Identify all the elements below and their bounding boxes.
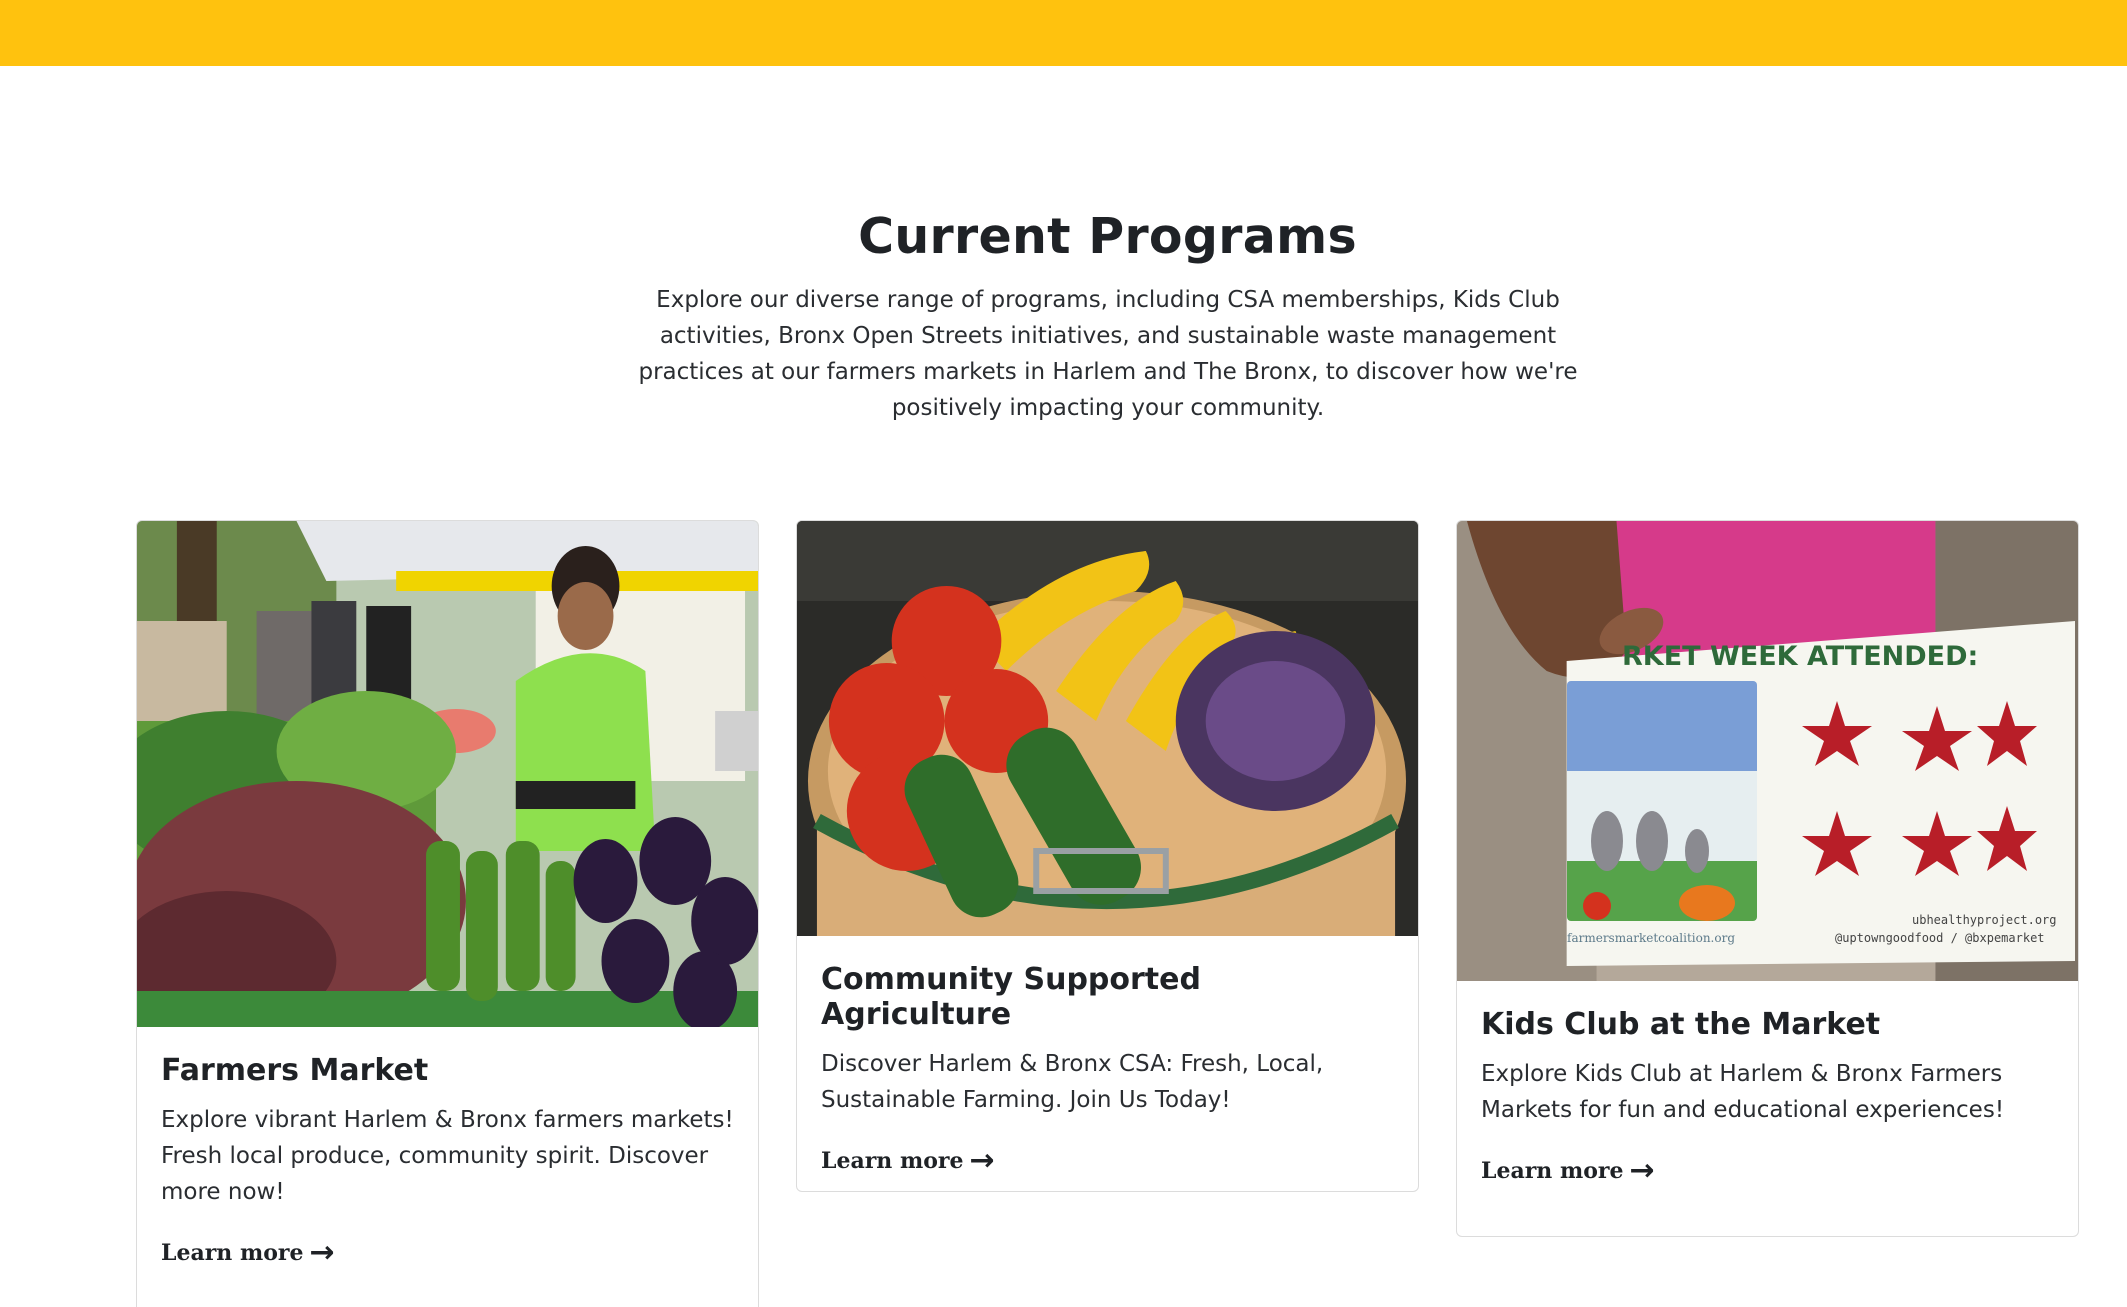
learn-more-link[interactable]: Learn more → (1481, 1156, 1655, 1186)
section-description: Explore our diverse range of programs, i… (638, 287, 1578, 421)
arrow-right-icon: → (309, 1235, 335, 1270)
kids-club-drawing (1567, 681, 1757, 921)
learn-more-label: Learn more (821, 1148, 964, 1174)
card-description: Discover Harlem & Bronx CSA: Fresh, Loca… (821, 1051, 1324, 1113)
learn-more-link[interactable]: Learn more → (821, 1146, 995, 1176)
program-card-farmers-market: Farmers Market Explore vibrant Harlem & … (136, 520, 759, 1307)
learn-more-link[interactable]: Learn more → (161, 1238, 335, 1268)
kids-club-card-photo: RKET WEEK ATTENDED: farmersmarketcoaliti… (1457, 521, 2078, 981)
learn-more-label: Learn more (1481, 1158, 1624, 1184)
image-handles: @uptowngoodfood / @bxpemarket (1835, 931, 2045, 945)
csa-basket-photo (797, 521, 1418, 936)
program-card-kids-club: RKET WEEK ATTENDED: farmersmarketcoaliti… (1456, 520, 2079, 1237)
arrow-right-icon: → (969, 1143, 995, 1178)
image-site-left: farmersmarketcoalition.org (1567, 931, 1736, 945)
card-title: Community Supported Agriculture (821, 962, 1201, 1032)
learn-more-label: Learn more (161, 1240, 304, 1266)
farmers-market-photo (137, 521, 758, 1027)
star-stickers (1797, 701, 2037, 881)
kids-club-banner: RKET WEEK ATTENDED: (1622, 641, 1979, 672)
card-title: Kids Club at the Market (1481, 1007, 1881, 1042)
image-site-right: ubhealthyproject.org (1912, 913, 2057, 927)
top-header-bar (0, 0, 2127, 66)
section-title: Current Programs (858, 208, 1357, 265)
card-description: Explore vibrant Harlem & Bronx farmers m… (161, 1107, 734, 1205)
program-card-csa: Community Supported Agriculture Discover… (796, 520, 1419, 1192)
arrow-right-icon: → (1629, 1153, 1655, 1188)
card-description: Explore Kids Club at Harlem & Bronx Farm… (1481, 1061, 2005, 1123)
card-title: Farmers Market (161, 1053, 429, 1088)
